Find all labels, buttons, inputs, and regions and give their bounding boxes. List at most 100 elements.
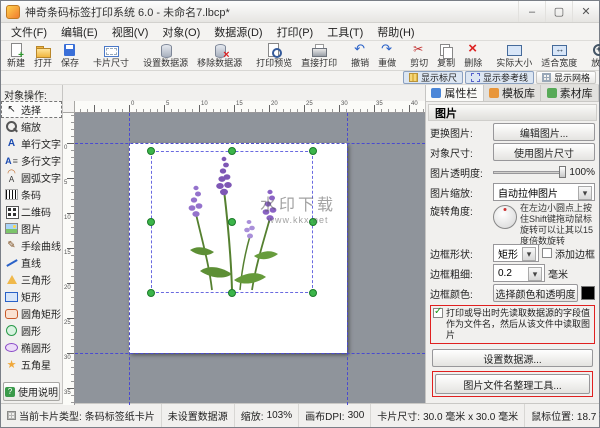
circle-icon [5,324,18,337]
selection-handle[interactable] [147,218,155,226]
tool-barcode[interactable]: 条码 [1,186,62,203]
redo-button[interactable]: 重做 [374,42,400,69]
add-border-checkbox[interactable] [542,248,552,258]
border-shape-label: 边框形状: [430,246,490,261]
tool-ellipse[interactable]: 椭圆形 [1,339,62,356]
menu-print[interactable]: 打印(P) [270,24,321,40]
zoom-in-button[interactable]: +放大 [587,42,600,69]
use-image-size-button[interactable]: 使用图片尺寸 [493,143,595,161]
tool-qrcode[interactable]: 二维码 [1,203,62,220]
menu-view[interactable]: 视图(V) [105,24,156,40]
tool-rounded-rectangle[interactable]: 圆角矩形 [1,305,62,322]
border-color-swatch[interactable] [581,286,595,300]
selection-handle[interactable] [309,147,317,155]
section-title: 图片 [428,104,597,121]
guide-line-horizontal [75,353,425,354]
selection-handle[interactable] [228,218,236,226]
remove-datasource-button[interactable]: 移除数据源 [193,42,246,69]
new-button[interactable]: 新建 [3,42,29,69]
menu-help[interactable]: 帮助(H) [370,24,421,40]
tool-line[interactable]: 直线 [1,254,62,271]
border-color-label: 边框颜色: [430,286,490,301]
menu-tools[interactable]: 工具(T) [320,24,370,40]
minimize-button[interactable]: – [518,1,545,22]
fit-width-button[interactable]: 适合宽度 [537,42,581,69]
properties-panel: 属性栏 模板库 素材库 图片 更换图片: 编辑图片... 对象尺寸: 使用图片尺… [425,85,599,403]
undo-button[interactable]: 撤销 [347,42,373,69]
selection-handle[interactable] [147,147,155,155]
set-datasource-button[interactable]: 设置数据源... [432,349,593,367]
image-icon [5,222,18,235]
filename-datasource-checkbox[interactable] [433,308,443,318]
open-button[interactable]: 打开 [30,42,56,69]
direct-print-button[interactable]: 直接打印 [297,42,341,69]
zoom-in-icon: + [592,43,600,58]
tool-rectangle[interactable]: 矩形 [1,288,62,305]
show-ruler-toggle[interactable]: 显示标尺 [403,71,463,84]
app-icon [6,5,20,19]
tab-materials[interactable]: 素材库 [541,85,599,101]
selection-handle[interactable] [147,289,155,297]
opacity-slider[interactable] [493,164,566,180]
guide-line-vertical [129,113,130,405]
rotation-dial[interactable] [493,205,517,229]
edit-image-button[interactable]: 编辑图片... [493,123,595,141]
tool-select[interactable]: 选择 [1,101,62,118]
canvas-column: 0510152025303540 05101520253035 [63,85,425,403]
slider-thumb[interactable] [559,166,566,178]
help-book-icon: ? [5,387,15,397]
set-datasource-toolbar-button[interactable]: 设置数据源 [139,42,192,69]
tool-arc-text[interactable]: 圆弧文字 [1,169,62,186]
actual-size-button[interactable]: 实际大小 [492,42,536,69]
filename-tool-button[interactable]: 图片文件名整理工具... [435,374,590,394]
tool-zoom[interactable]: 缩放 [1,118,62,135]
card-size-button[interactable]: 卡片尺寸 [89,42,133,69]
image-scale-select[interactable]: 自动拉伸图片 [493,183,595,201]
menu-datasource[interactable]: 数据源(D) [207,24,269,40]
cut-icon [411,43,427,58]
border-shape-select[interactable]: 矩形 [493,244,539,262]
copy-button[interactable]: 复制 [433,42,459,69]
tool-triangle[interactable]: 三角形 [1,271,62,288]
save-button[interactable]: 保存 [57,42,83,69]
tool-single-line-text[interactable]: 单行文字 [1,135,62,152]
tool-star[interactable]: 五角星 [1,356,62,373]
border-width-select[interactable]: 0.2 [493,264,545,282]
actual-size-icon [506,43,522,58]
delete-button[interactable]: 删除 [460,42,486,69]
selection-handle[interactable] [228,147,236,155]
filename-tool-highlight: 图片文件名整理工具... [432,371,593,397]
work-area[interactable]: 水印下载 www.kkx.net [75,113,425,405]
show-guides-toggle[interactable]: 显示参考线 [465,71,534,84]
card-type-icon [7,411,16,420]
tool-image[interactable]: 图片 [1,220,62,237]
rectangle-icon [5,290,18,303]
tab-templates[interactable]: 模板库 [484,85,542,101]
app-window: 神奇条码标签打印系统 6.0 - 未命名7.lbcp* – ▢ ✕ 文件(F) … [0,0,600,428]
maximize-button[interactable]: ▢ [545,1,572,22]
properties-tab-icon [431,88,441,98]
selection-handle[interactable] [228,289,236,297]
selection-handle[interactable] [309,289,317,297]
border-color-button[interactable]: 选择颜色和透明度 [493,284,578,302]
help-button[interactable]: ?使用说明 [3,382,60,401]
tool-multi-line-text[interactable]: 多行文字 [1,152,62,169]
tool-freehand[interactable]: 手绘曲线 [1,237,62,254]
menu-file[interactable]: 文件(F) [4,24,54,40]
design-canvas[interactable]: 0510152025303540 05101520253035 [63,101,425,403]
selection-handle[interactable] [309,218,317,226]
slider-track [493,171,566,174]
print-preview-button[interactable]: 打印预览 [252,42,296,69]
close-button[interactable]: ✕ [572,1,599,22]
menu-object[interactable]: 对象(O) [155,24,207,40]
guide-line-vertical [347,113,348,405]
panel-tabs: 属性栏 模板库 素材库 [426,85,599,102]
print-preview-icon [266,43,282,58]
card-size-icon [103,43,119,58]
rounded-rect-icon [5,307,18,320]
tool-circle[interactable]: 圆形 [1,322,62,339]
cut-button[interactable]: 剪切 [406,42,432,69]
menu-edit[interactable]: 编辑(E) [54,24,105,40]
tab-properties[interactable]: 属性栏 [426,85,484,101]
show-grid-toggle[interactable]: 显示网格 [536,71,596,84]
